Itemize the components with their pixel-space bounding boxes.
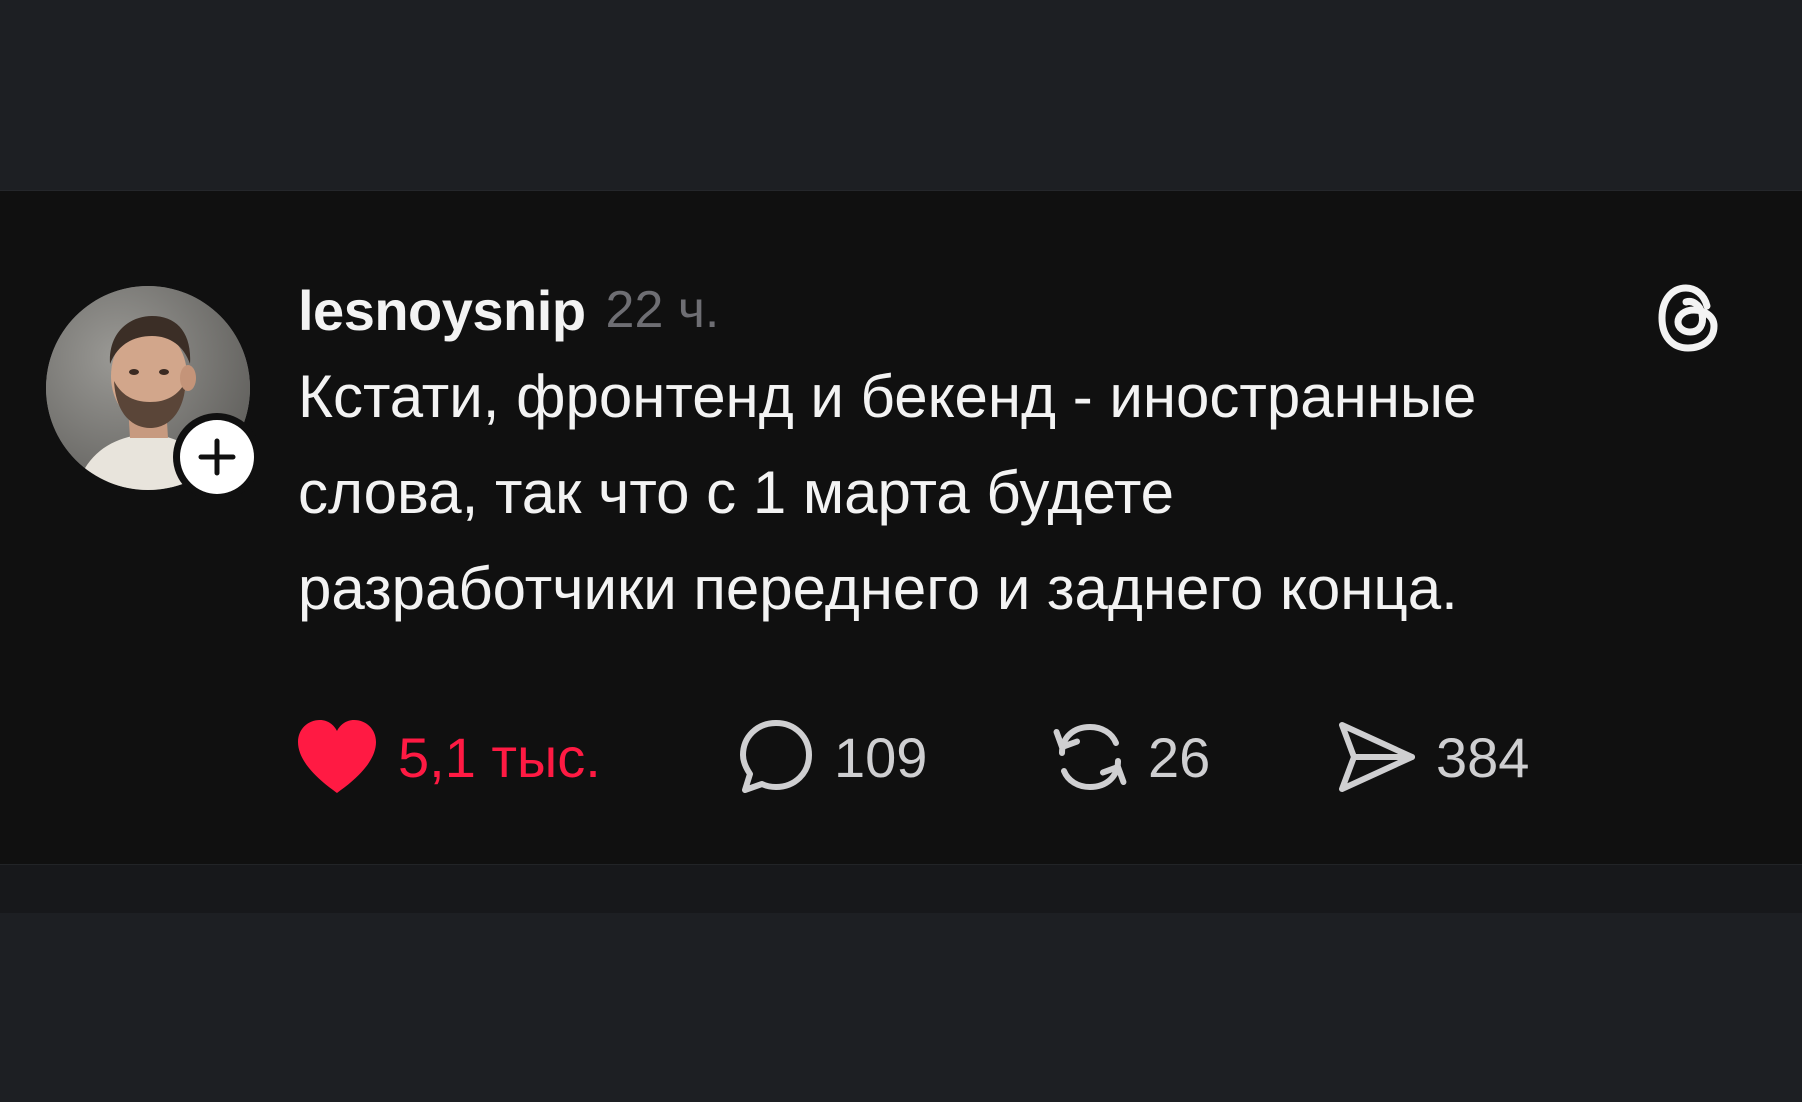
paper-plane-icon bbox=[1339, 722, 1415, 792]
repost-count: 26 bbox=[1148, 725, 1211, 789]
avatar-container bbox=[46, 286, 261, 501]
plus-icon bbox=[198, 438, 236, 476]
like-count: 5,1 тыс. bbox=[398, 725, 601, 789]
share-button[interactable]: 384 bbox=[1334, 717, 1529, 797]
username[interactable]: lesnoysnip bbox=[298, 278, 586, 343]
reply-button[interactable]: 109 bbox=[736, 717, 927, 797]
post-header: lesnoysnip 22 ч. bbox=[298, 275, 719, 345]
repost-arrows-icon bbox=[1053, 723, 1127, 791]
like-button[interactable]: 5,1 тыс. bbox=[294, 717, 601, 797]
follow-button-inner bbox=[180, 420, 254, 494]
post-card: lesnoysnip 22 ч. Кстати, фронтенд и беке… bbox=[0, 190, 1802, 913]
share-count: 384 bbox=[1436, 725, 1530, 789]
action-bar: 5,1 тыс. 109 26 384 bbox=[294, 717, 1594, 797]
repost-button[interactable]: 26 bbox=[1050, 717, 1210, 797]
post-text-line: разработчики переднего и заднего конца. bbox=[298, 555, 1458, 622]
reply-count: 109 bbox=[834, 725, 928, 789]
speech-bubble-icon bbox=[740, 720, 812, 793]
follow-button[interactable] bbox=[173, 413, 261, 501]
heart-filled-icon bbox=[298, 720, 376, 793]
card-bottom-divider bbox=[0, 864, 1802, 913]
post-text-line: Кстати, фронтенд и бекенд - иностранные bbox=[298, 363, 1477, 430]
post-text-line: слова, так что с 1 марта будете bbox=[298, 459, 1175, 526]
threads-logo-icon[interactable] bbox=[1652, 280, 1728, 356]
post-time: 22 ч. bbox=[605, 281, 720, 339]
post-text: Кстати, фронтенд и бекенд - иностранные … bbox=[298, 349, 1768, 637]
